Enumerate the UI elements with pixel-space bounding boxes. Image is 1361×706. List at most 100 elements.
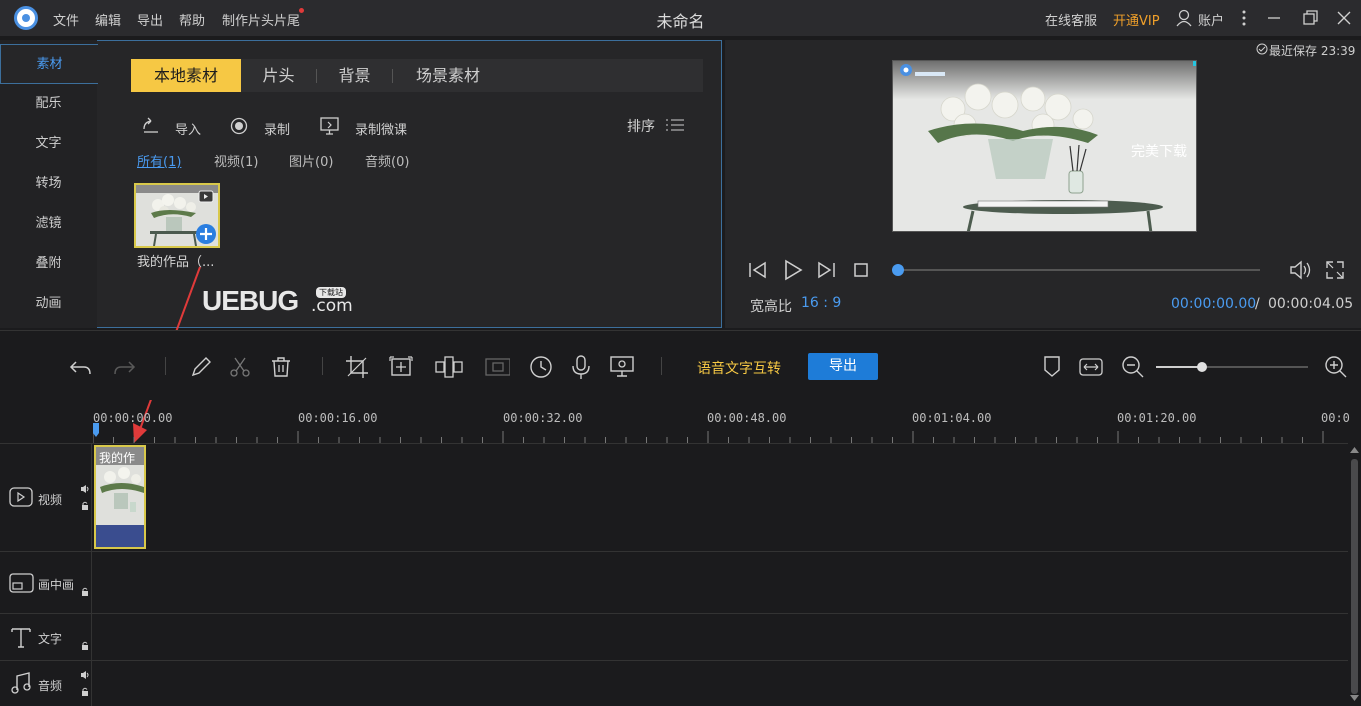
aspect-ratio-label: 宽高比 <box>750 299 792 315</box>
toolbar-divider <box>322 357 323 375</box>
user-icon[interactable] <box>1176 9 1192 27</box>
volume-icon[interactable] <box>1289 260 1313 280</box>
ruler-ticks <box>93 431 1324 443</box>
tab-scene-material[interactable]: 场景素材 <box>393 59 503 92</box>
nav-transition[interactable]: 转场 <box>0 164 97 204</box>
video-type-icon <box>198 190 214 203</box>
playback-progress-track[interactable] <box>892 264 1260 276</box>
track-head-text: 文字 <box>0 614 92 660</box>
sort-list-icon[interactable] <box>665 117 685 133</box>
timeline-ruler[interactable]: 00:00:00.00 00:00:16.00 00:00:32.00 00:0… <box>93 405 1350 443</box>
title-bar: 文件 编辑 导出 帮助 制作片头片尾 未命名 在线客服 开通VIP 账户 <box>0 0 1361 36</box>
mute-speaker-icon[interactable] <box>80 670 90 680</box>
fullscreen-icon[interactable] <box>1325 260 1345 280</box>
online-service-link[interactable]: 在线客服 <box>1045 10 1097 29</box>
undo-icon[interactable] <box>68 354 94 380</box>
nav-overlay[interactable]: 叠附 <box>0 244 97 284</box>
filter-video[interactable]: 视频(1) <box>214 151 258 170</box>
watermark-suffix: .com <box>311 296 353 316</box>
zoom-out-icon[interactable] <box>1120 354 1146 380</box>
menu-file[interactable]: 文件 <box>53 10 79 29</box>
zoom-slider-track[interactable] <box>1156 362 1308 372</box>
add-to-timeline-icon[interactable] <box>195 223 217 245</box>
crop-icon[interactable] <box>344 354 370 380</box>
import-button[interactable]: 导入 <box>175 119 201 138</box>
scroll-down-arrow-icon[interactable] <box>1350 695 1359 702</box>
aspect-ratio-value[interactable]: 16 : 9 <box>801 295 841 311</box>
speech-text-convert-button[interactable]: 语音文字互转 <box>697 358 781 378</box>
scrollbar-thumb[interactable] <box>1351 459 1358 694</box>
zoom-slider-fill <box>1156 366 1202 368</box>
delete-icon[interactable] <box>268 354 294 380</box>
save-check-icon <box>1256 43 1268 55</box>
tab-local-material[interactable]: 本地素材 <box>131 59 241 92</box>
track-label-audio: 音频 <box>38 679 63 693</box>
nav-animation[interactable]: 动画 <box>0 284 97 324</box>
scroll-up-arrow-icon[interactable] <box>1350 447 1359 454</box>
more-icon[interactable] <box>1241 9 1247 27</box>
ruler-label: 00:01:04.00 <box>912 411 992 425</box>
tab-background[interactable]: 背景 <box>317 59 392 92</box>
zoom-in-icon[interactable] <box>1323 354 1349 380</box>
next-frame-icon[interactable] <box>816 261 836 279</box>
record-button[interactable]: 录制 <box>264 119 290 138</box>
account-label[interactable]: 账户 <box>1198 10 1224 29</box>
tab-intro[interactable]: 片头 <box>241 59 316 92</box>
record-icon[interactable] <box>230 117 248 135</box>
total-time: 00:00:04.05 <box>1268 296 1354 312</box>
export-button[interactable]: 导出 <box>808 353 878 380</box>
record-lesson-button[interactable]: 录制微课 <box>355 119 407 138</box>
split-scissors-icon[interactable] <box>227 354 253 380</box>
filter-image[interactable]: 图片(0) <box>289 151 333 170</box>
duration-clock-icon[interactable] <box>528 354 554 380</box>
menu-help[interactable]: 帮助 <box>179 10 205 29</box>
redo-icon[interactable] <box>111 354 137 380</box>
timeline-video-clip[interactable]: 我的作 <box>94 445 146 549</box>
nav-filter[interactable]: 滤镜 <box>0 204 97 244</box>
freeze-frame-icon[interactable] <box>433 354 465 380</box>
filter-all[interactable]: 所有(1) <box>137 151 181 170</box>
menu-export[interactable]: 导出 <box>137 10 163 29</box>
mute-speaker-icon[interactable] <box>80 484 90 494</box>
track-pip: 画中画 <box>0 551 1348 613</box>
minimize-icon[interactable] <box>1262 6 1286 30</box>
vip-link[interactable]: 开通VIP <box>1113 10 1160 29</box>
restore-icon[interactable] <box>1298 6 1322 30</box>
media-thumbnail[interactable] <box>134 183 220 248</box>
nav-music[interactable]: 配乐 <box>0 84 97 124</box>
timeline-vertical-scrollbar[interactable] <box>1348 445 1361 706</box>
playhead-icon[interactable] <box>93 423 99 439</box>
mosaic-icon[interactable] <box>388 354 414 380</box>
prev-frame-icon[interactable] <box>748 261 768 279</box>
lock-icon[interactable] <box>81 587 89 597</box>
zoom-frame-icon[interactable] <box>484 354 510 380</box>
import-icon[interactable] <box>141 117 161 135</box>
close-icon[interactable] <box>1332 6 1356 30</box>
edit-pencil-icon[interactable] <box>188 354 214 380</box>
watermark-tag: 下载站 <box>316 287 346 298</box>
menu-edit[interactable]: 编辑 <box>95 10 121 29</box>
lock-icon[interactable] <box>81 687 89 697</box>
marker-icon[interactable] <box>1039 354 1065 380</box>
lock-icon[interactable] <box>81 501 89 511</box>
zoom-slider-handle[interactable] <box>1196 362 1207 372</box>
nav-text[interactable]: 文字 <box>0 124 97 164</box>
sort-label[interactable]: 排序 <box>627 116 655 136</box>
fit-timeline-icon[interactable] <box>1078 354 1104 380</box>
voiceover-mic-icon[interactable] <box>568 354 594 380</box>
audio-track-icon <box>11 672 31 694</box>
playback-progress-handle[interactable] <box>892 264 904 276</box>
stop-icon[interactable] <box>853 262 869 278</box>
ruler-label: 00:00:48.00 <box>707 411 787 425</box>
toolbar-divider <box>661 357 662 375</box>
play-icon[interactable] <box>782 259 804 281</box>
lock-icon[interactable] <box>81 641 89 651</box>
track-head-audio: 音频 <box>0 661 92 706</box>
record-lesson-icon[interactable] <box>319 116 341 136</box>
filter-audio[interactable]: 音频(0) <box>365 151 409 170</box>
screen-record-icon[interactable] <box>609 354 635 380</box>
ruler-label: 00:00:00.00 <box>93 411 173 425</box>
nav-material[interactable]: 素材 <box>0 44 98 84</box>
preview-overlay-text: 完美下载 <box>1131 144 1187 160</box>
menu-intro-outro[interactable]: 制作片头片尾 <box>222 10 300 29</box>
